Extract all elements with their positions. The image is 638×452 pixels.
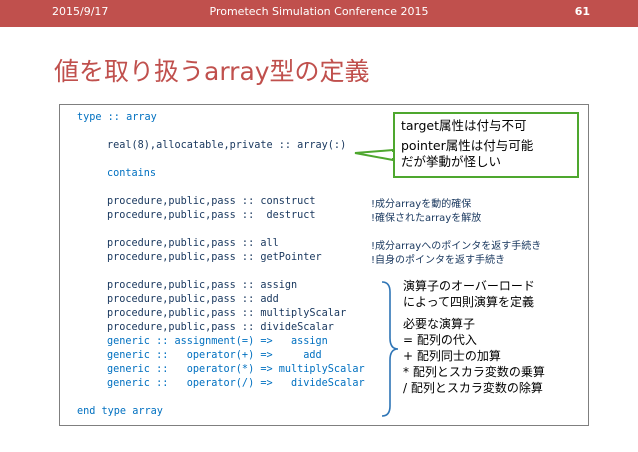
callout-line-target: target属性は付与不可: [401, 118, 527, 133]
right-brace-icon: [381, 281, 399, 417]
attribute-callout: target属性は付与不可 pointer属性は付与可能 だが挙動が怪しい: [393, 112, 579, 178]
operator-line-1: 演算子のオーバーロード: [403, 279, 535, 293]
operator-line-5: + 配列同士の加算: [403, 349, 501, 363]
operator-callout: 演算子のオーバーロード によって四則演算を定義 必要な演算子 = 配列の代入 +…: [403, 278, 589, 418]
operator-line-6: * 配列とスカラ変数の乗算: [403, 365, 545, 379]
callout-line-behavior: だが挙動が怪しい: [401, 154, 502, 169]
operator-line-4: = 配列の代入: [403, 333, 477, 347]
operator-line-7: / 配列とスカラ変数の除算: [403, 381, 543, 395]
operator-line-2: によって四則演算を定義: [403, 295, 535, 309]
callout-line-pointer: pointer属性は付与可能: [401, 138, 534, 153]
operator-line-3: 必要な演算子: [403, 317, 476, 331]
